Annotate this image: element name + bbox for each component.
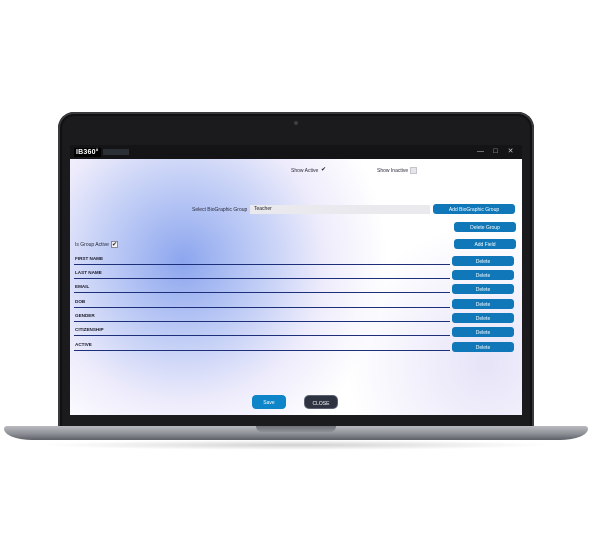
delete-field-button[interactable]: Delete — [452, 313, 514, 323]
delete-field-button[interactable]: Delete — [452, 299, 514, 309]
is-group-active-label: Is Group Active — [75, 242, 109, 248]
maximize-icon[interactable]: □ — [488, 145, 503, 159]
field-name: ACTIVE — [75, 342, 92, 347]
field-name: DOB — [75, 299, 86, 304]
save-button[interactable]: Save — [252, 395, 286, 409]
close-icon[interactable]: ✕ — [503, 145, 518, 159]
app-logo: IB360° — [74, 147, 101, 157]
is-group-active-checkbox[interactable]: ✔ — [111, 241, 118, 248]
window-controls: — □ ✕ — [473, 145, 518, 159]
field-row: CITIZENSHIP — [74, 326, 450, 336]
minimize-icon[interactable]: — — [473, 145, 488, 159]
delete-field-button[interactable]: Delete — [452, 256, 514, 266]
select-group-label: Select BioGraphic Group — [192, 207, 248, 213]
field-name: LAST NAME — [75, 270, 102, 275]
laptop-notch — [256, 426, 336, 432]
main-content: Show Active ✔ Show Inactive Select BioGr… — [70, 159, 522, 415]
field-name: FIRST NAME — [75, 256, 104, 261]
field-row: EMAIL — [74, 283, 450, 293]
show-active-label: Show Active — [291, 168, 319, 174]
delete-field-button[interactable]: Delete — [452, 270, 514, 280]
title-bar: IB360° — □ ✕ — [70, 145, 522, 159]
delete-field-button[interactable]: Delete — [452, 284, 514, 294]
app-window: IB360° — □ ✕ Show Active ✔ Show Inactive… — [70, 145, 522, 415]
field-row: FIRST NAME — [74, 255, 450, 265]
show-inactive-label: Show Inactive — [377, 168, 409, 174]
laptop-shadow — [40, 440, 552, 450]
delete-group-button[interactable]: Delete Group — [454, 222, 516, 232]
close-button[interactable]: CLOSE — [304, 395, 338, 409]
delete-field-button[interactable]: Delete — [452, 327, 514, 337]
show-inactive-checkbox[interactable] — [410, 167, 417, 174]
field-row: LAST NAME — [74, 269, 450, 279]
logo-strip — [102, 149, 129, 155]
field-row: ACTIVE — [74, 341, 450, 351]
add-field-button[interactable]: Add Field — [454, 239, 516, 249]
field-row: DOB — [74, 298, 450, 308]
camera-icon — [294, 121, 298, 125]
field-row: GENDER — [74, 312, 450, 322]
field-name: EMAIL — [75, 284, 90, 289]
delete-field-button[interactable]: Delete — [452, 342, 514, 352]
group-select[interactable]: Teacher — [250, 205, 430, 214]
add-biographic-group-button[interactable]: Add BioGraphic Group — [433, 204, 515, 214]
field-name: GENDER — [75, 313, 95, 318]
field-name: CITIZENSHIP — [75, 327, 104, 332]
show-active-checkbox[interactable]: ✔ — [320, 167, 327, 174]
